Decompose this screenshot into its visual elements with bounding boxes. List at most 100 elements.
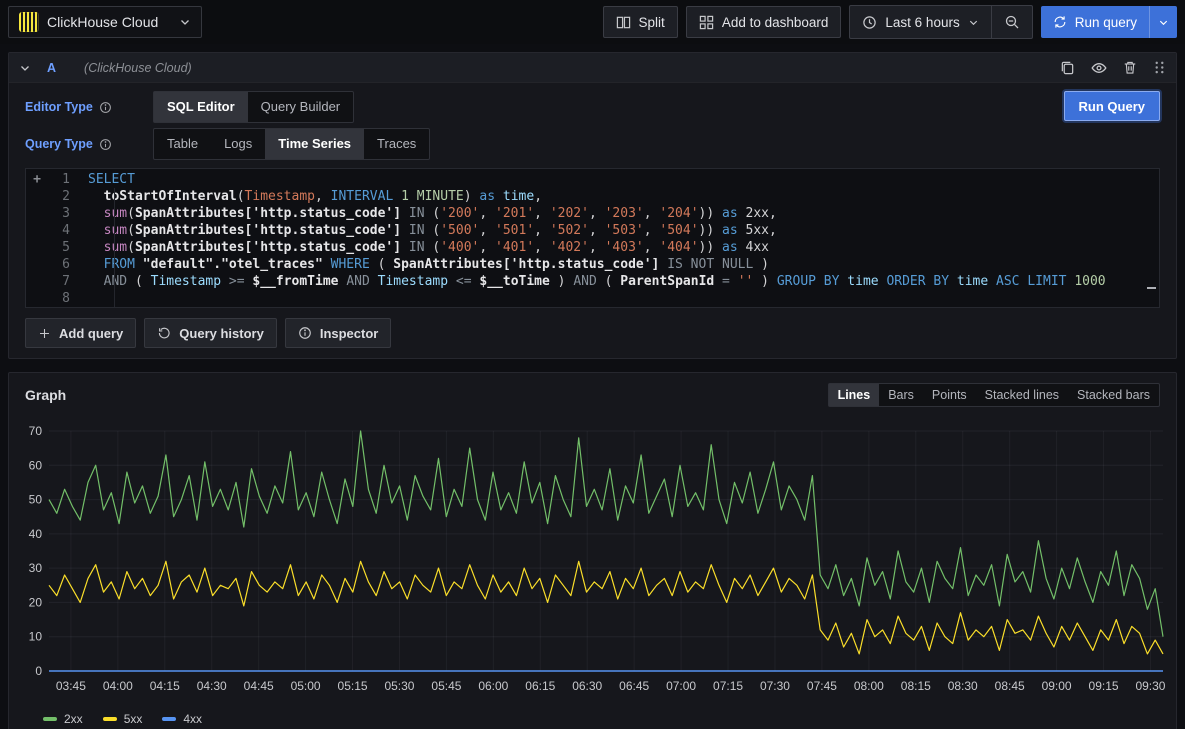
- query-type-switch: Table Logs Time Series Traces: [153, 128, 430, 160]
- remove-query-trash-icon[interactable]: [1123, 60, 1137, 75]
- view-mode-stacked-lines[interactable]: Stacked lines: [976, 384, 1068, 406]
- x-tick-label: 07:15: [713, 679, 743, 693]
- y-tick-label: 30: [29, 561, 43, 575]
- sql-line-8: 8: [26, 290, 1159, 307]
- query-type-option-traces[interactable]: Traces: [364, 129, 429, 159]
- zoom-out-time-button[interactable]: [992, 6, 1032, 38]
- y-tick-label: 20: [29, 595, 43, 609]
- x-tick-label: 09:30: [1135, 679, 1165, 693]
- graph-view-mode-switch: Lines Bars Points Stacked lines Stacked …: [828, 383, 1160, 407]
- x-tick-label: 08:30: [948, 679, 978, 693]
- x-tick-label: 05:15: [338, 679, 368, 693]
- run-query-options-caret[interactable]: [1149, 6, 1177, 38]
- collapse-chevron-icon[interactable]: [19, 62, 31, 74]
- dashboard-grid-icon: [699, 15, 714, 30]
- view-mode-lines[interactable]: Lines: [829, 384, 880, 406]
- graph-header: Graph Lines Bars Points Stacked lines St…: [9, 373, 1176, 409]
- add-to-dashboard-button[interactable]: Add to dashboard: [686, 6, 842, 38]
- time-range-picker[interactable]: Last 6 hours: [850, 6, 990, 38]
- magnifier-minus-icon: [1004, 14, 1020, 30]
- line-number: 3: [48, 205, 70, 222]
- run-query-label: Run query: [1075, 15, 1137, 30]
- legend-swatch-5xx: [103, 717, 117, 721]
- x-tick-label: 06:15: [525, 679, 555, 693]
- add-query-button[interactable]: Add query: [25, 318, 136, 348]
- sql-line-1: +1SELECT: [26, 171, 1159, 188]
- legend-label-4xx: 4xx: [183, 712, 202, 726]
- view-mode-bars[interactable]: Bars: [879, 384, 923, 406]
- time-range-label: Last 6 hours: [885, 15, 959, 30]
- legend-item-2xx[interactable]: 2xx: [43, 712, 83, 726]
- run-query-button[interactable]: Run query: [1041, 6, 1149, 38]
- line-number: 8: [48, 290, 70, 307]
- query-type-option-table[interactable]: Table: [154, 129, 211, 159]
- editor-type-row: Editor Type SQL Editor Query Builder: [25, 91, 1160, 123]
- x-tick-label: 05:00: [291, 679, 321, 693]
- x-tick-label: 08:00: [854, 679, 884, 693]
- sql-code-editor[interactable]: +1SELECT2 toStartOfInterval(Timestamp, I…: [25, 168, 1160, 308]
- split-button[interactable]: Split: [603, 6, 678, 38]
- x-tick-label: 05:45: [431, 679, 461, 693]
- y-tick-label: 50: [29, 493, 43, 507]
- add-line-icon[interactable]: +: [26, 171, 48, 188]
- legend-label-5xx: 5xx: [124, 712, 143, 726]
- query-history-label: Query history: [179, 326, 264, 341]
- sql-line-5: 5 sum(SpanAttributes['http.status_code']…: [26, 239, 1159, 256]
- duplicate-query-icon[interactable]: [1060, 60, 1075, 75]
- y-tick-label: 0: [35, 664, 42, 678]
- sql-line-7: 7 AND ( Timestamp >= $__fromTime AND Tim…: [26, 273, 1159, 290]
- query-history-button[interactable]: Query history: [144, 318, 277, 348]
- sync-icon: [1053, 15, 1067, 29]
- x-tick-label: 08:15: [901, 679, 931, 693]
- query-type-option-logs[interactable]: Logs: [211, 129, 265, 159]
- inspector-button[interactable]: Inspector: [285, 318, 392, 348]
- time-series-chart[interactable]: 01020304050607003:4504:0004:1504:3004:45…: [9, 409, 1176, 712]
- datasource-picker[interactable]: ClickHouse Cloud: [8, 6, 202, 38]
- editor-cursor-marker: [1147, 287, 1156, 289]
- legend-item-4xx[interactable]: 4xx: [162, 712, 202, 726]
- drag-handle-icon[interactable]: [1153, 60, 1166, 75]
- line-number: 5: [48, 239, 70, 256]
- graph-title: Graph: [25, 387, 66, 403]
- hide-response-eye-icon[interactable]: [1091, 60, 1107, 76]
- x-tick-label: 08:45: [995, 679, 1025, 693]
- query-type-option-time-series[interactable]: Time Series: [265, 129, 364, 159]
- split-icon: [616, 15, 631, 30]
- chevron-down-icon: [968, 17, 979, 28]
- editor-type-switch: SQL Editor Query Builder: [153, 91, 354, 123]
- add-query-label: Add query: [59, 326, 123, 341]
- topbar: ClickHouse Cloud Split Add to dashboard …: [0, 0, 1185, 44]
- query-footer-actions: Add query Query history Inspector: [25, 318, 1160, 348]
- view-mode-points[interactable]: Points: [923, 384, 976, 406]
- legend-item-5xx[interactable]: 5xx: [103, 712, 143, 726]
- info-circle-icon: [298, 326, 312, 340]
- x-tick-label: 09:00: [1042, 679, 1072, 693]
- run-query-split-button: Run query: [1041, 6, 1177, 38]
- query-editor-panel: A (ClickHouse Cloud) Editor Type SQL Edi…: [8, 52, 1177, 359]
- info-icon[interactable]: [99, 138, 112, 151]
- query-type-row: Query Type Table Logs Time Series Traces: [25, 128, 1160, 160]
- legend-swatch-4xx: [162, 717, 176, 721]
- series-5xx-line: [49, 561, 1163, 654]
- sql-line-6: 6 FROM "default"."otel_traces" WHERE ( S…: [26, 256, 1159, 273]
- editor-type-option-query-builder[interactable]: Query Builder: [248, 92, 353, 122]
- x-tick-label: 07:30: [760, 679, 790, 693]
- line-number: 2: [48, 188, 70, 205]
- chart-legend: 2xx 5xx 4xx: [9, 712, 1176, 729]
- x-tick-label: 09:15: [1089, 679, 1119, 693]
- query-ref-id: A: [47, 61, 56, 75]
- info-icon[interactable]: [99, 101, 112, 114]
- x-tick-label: 07:45: [807, 679, 837, 693]
- editor-type-option-sql-editor[interactable]: SQL Editor: [154, 92, 248, 122]
- query-row-actions: [1060, 60, 1166, 76]
- chart-svg: 01020304050607003:4504:0004:1504:3004:45…: [17, 409, 1168, 709]
- app-root: ClickHouse Cloud Split Add to dashboard …: [0, 0, 1185, 729]
- panel-run-query-button[interactable]: Run Query: [1064, 91, 1160, 121]
- x-tick-label: 06:00: [478, 679, 508, 693]
- line-number: 6: [48, 256, 70, 273]
- clickhouse-logo-icon: [19, 12, 39, 32]
- line-number: 4: [48, 222, 70, 239]
- x-tick-label: 03:45: [56, 679, 86, 693]
- topbar-actions: Split Add to dashboard Last 6 hours: [603, 5, 1177, 39]
- view-mode-stacked-bars[interactable]: Stacked bars: [1068, 384, 1159, 406]
